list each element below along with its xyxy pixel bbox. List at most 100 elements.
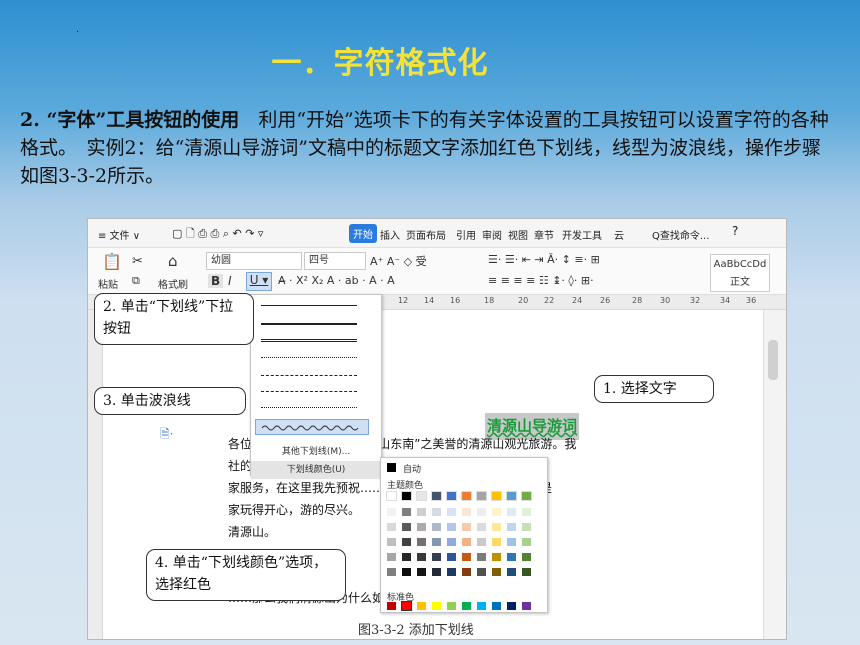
paste-button[interactable]: 粘贴 [98,276,118,291]
list-indent-icons[interactable]: ☰· ☰· ⇤ ⇥ Ā· ↕ ≡· ⊞ [488,253,600,266]
underline-single[interactable] [261,305,357,306]
theme-color-swatch[interactable] [447,508,456,516]
format-painter-icon[interactable]: ⌂ [168,252,178,270]
standard-color-swatch[interactable] [477,602,486,610]
file-menu[interactable]: ≡ 文件 ∨ [98,227,140,242]
theme-color-swatch[interactable] [417,508,426,516]
theme-color-swatch[interactable] [507,523,516,531]
theme-color-swatch[interactable] [462,523,471,531]
theme-color-swatch[interactable] [477,568,486,576]
grow-shrink-font-icons[interactable]: A⁺ A⁻ ◇ 受 [370,253,427,269]
font-name-select[interactable]: 幼圆 [206,252,302,270]
tab-start[interactable]: 开始 [349,224,377,243]
theme-color-swatch[interactable] [402,553,411,561]
underline-dropdown-button[interactable]: U ▾ [246,272,272,291]
theme-color-swatch[interactable] [477,553,486,561]
theme-color-swatch[interactable] [432,553,441,561]
theme-color-swatch[interactable] [431,491,442,501]
theme-color-swatch[interactable] [402,538,411,546]
tab-review[interactable]: 审阅 [482,227,502,242]
auto-color-swatch[interactable] [387,463,396,472]
style-gallery[interactable]: AaBbCcDd 正文 [710,254,770,292]
theme-color-swatch[interactable] [462,553,471,561]
tab-layout[interactable]: 页面布局 [406,227,446,242]
theme-color-swatch[interactable] [522,553,531,561]
tab-insert[interactable]: 插入 [380,227,400,242]
theme-color-swatch[interactable] [416,491,427,501]
theme-color-swatch[interactable] [507,553,516,561]
underline-dash-dot[interactable] [261,391,357,392]
theme-color-swatch[interactable] [522,508,531,516]
theme-color-swatch[interactable] [387,538,396,546]
red-color-swatch[interactable] [401,601,412,611]
standard-color-swatch[interactable] [417,602,426,610]
theme-color-swatch[interactable] [447,553,456,561]
auto-color-label[interactable]: 自动 [403,462,421,475]
theme-color-swatch[interactable] [507,508,516,516]
theme-color-swatch[interactable] [417,553,426,561]
standard-color-swatch[interactable] [462,602,471,610]
copy-icon[interactable]: ⧉ [132,274,140,288]
theme-color-swatch[interactable] [477,538,486,546]
theme-color-swatch[interactable] [432,568,441,576]
theme-color-swatch[interactable] [462,538,471,546]
underline-dashed[interactable] [261,375,357,376]
theme-color-swatch[interactable] [417,568,426,576]
tab-developer[interactable]: 开发工具 [562,227,602,242]
align-icons[interactable]: ≡ ≡ ≡ ≡ ☷ ↨· ◊· ⊞· [488,274,594,287]
theme-color-swatch[interactable] [402,568,411,576]
theme-color-swatch[interactable] [506,491,517,501]
theme-color-swatch[interactable] [386,491,397,501]
font-size-select[interactable]: 四号 [304,252,366,270]
tab-references[interactable]: 引用 [456,227,476,242]
standard-color-swatch[interactable] [507,602,516,610]
tab-chapter[interactable]: 章节 [534,227,554,242]
theme-color-swatch[interactable] [491,491,502,501]
right-sidebar[interactable] [763,310,786,639]
theme-color-swatch[interactable] [432,523,441,531]
theme-color-swatch[interactable] [477,508,486,516]
theme-color-swatch[interactable] [522,523,531,531]
theme-color-swatch[interactable] [401,491,412,501]
standard-color-swatch[interactable] [522,602,531,610]
bold-button[interactable]: B [208,274,224,288]
standard-color-swatch[interactable] [432,602,441,610]
underline-color-item[interactable]: 下划线颜色(U) [251,461,381,479]
format-painter-button[interactable]: 格式刷 [158,276,188,291]
more-underlines-item[interactable]: 其他下划线(M)... [251,443,381,461]
theme-color-swatch[interactable] [402,508,411,516]
standard-color-swatch[interactable] [387,602,396,610]
theme-color-swatch[interactable] [462,568,471,576]
paste-icon[interactable]: 📋 [102,252,122,271]
tab-cloud[interactable]: 云 [614,227,624,242]
theme-color-swatch[interactable] [387,553,396,561]
theme-color-swatch[interactable] [522,568,531,576]
scrollbar-thumb[interactable] [768,340,778,380]
underline-dotted[interactable] [261,357,357,358]
theme-color-swatch[interactable] [446,491,457,501]
cut-icon[interactable]: ✂ [132,254,143,269]
theme-color-swatch[interactable] [461,491,472,501]
theme-color-swatch[interactable] [387,508,396,516]
standard-color-swatch[interactable] [447,602,456,610]
strike-super-sub-icons[interactable]: A̶ · X² X₂ A · ab · A · A [278,274,395,287]
theme-color-swatch[interactable] [492,553,501,561]
theme-color-swatch[interactable] [387,568,396,576]
quick-access-icons[interactable]: ▢ 🗋 ⎙ ⎙ ⌕ ↶ ↷ ▿ [172,225,263,244]
theme-color-swatch[interactable] [477,523,486,531]
underline-thick[interactable] [261,323,357,325]
underline-double[interactable] [261,339,357,342]
theme-color-swatch[interactable] [417,523,426,531]
theme-color-swatch[interactable] [387,523,396,531]
italic-button[interactable]: I [228,274,232,288]
theme-color-swatch[interactable] [522,538,531,546]
theme-color-swatch[interactable] [462,508,471,516]
underline-dash-dot-dot[interactable] [261,407,357,408]
search-command[interactable]: Q查找命令... [652,227,709,242]
theme-color-swatch[interactable] [492,523,501,531]
theme-color-swatch[interactable] [492,568,501,576]
theme-color-swatch[interactable] [492,508,501,516]
theme-color-swatch[interactable] [432,508,441,516]
theme-color-swatch[interactable] [402,523,411,531]
underline-wave[interactable] [255,419,369,435]
